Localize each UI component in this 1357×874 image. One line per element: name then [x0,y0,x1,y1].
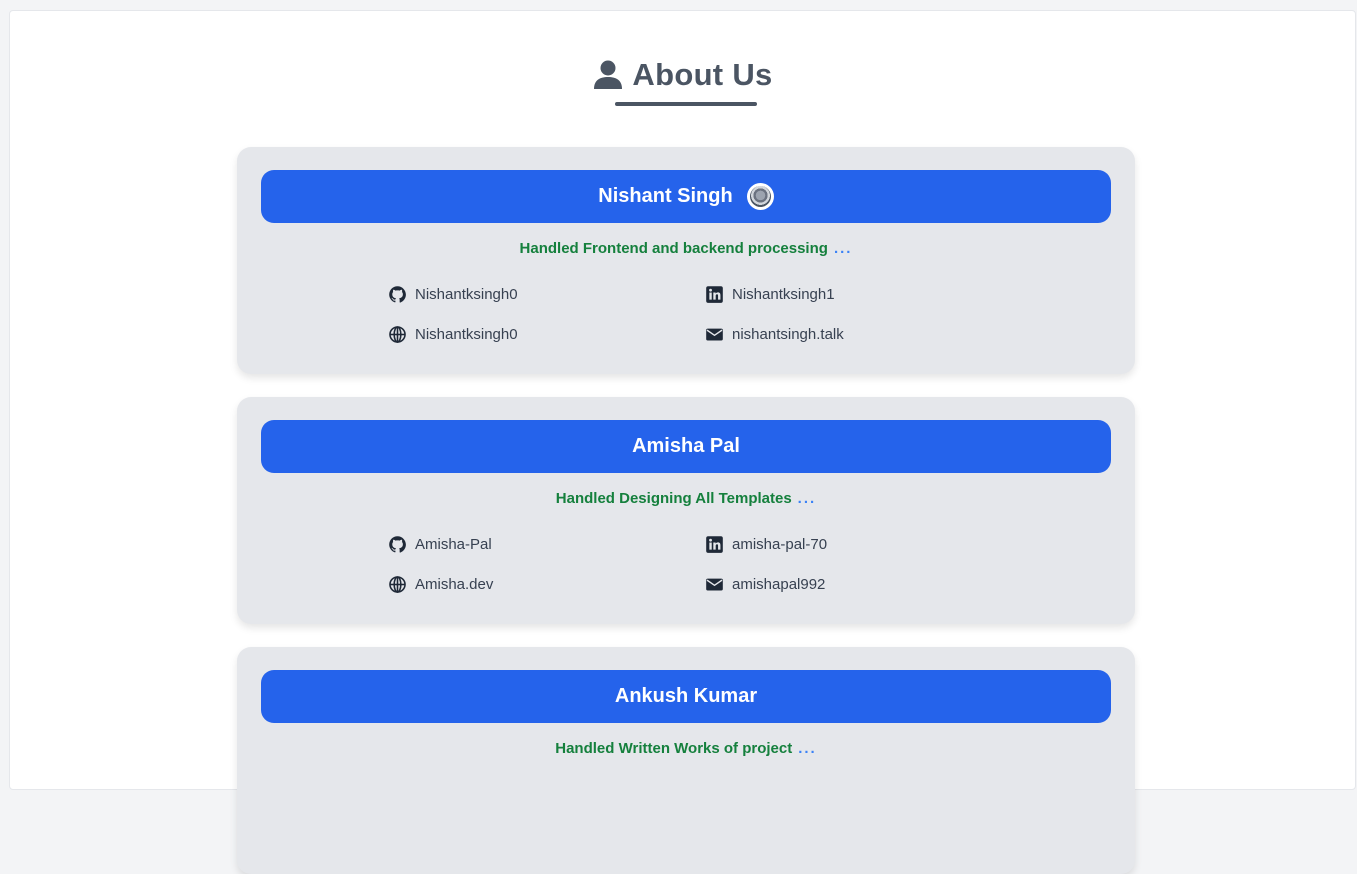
email-address: nishantsingh.talk [732,326,844,343]
website-handle: Nishantksingh0 [415,326,518,343]
github-link[interactable]: Nishantksingh0 [388,285,518,304]
member-name-banner: Amisha Pal [261,420,1111,473]
envelope-icon [706,328,723,341]
member-name: Amisha Pal [632,435,740,457]
email-link[interactable]: nishantsingh.talk [705,325,844,344]
member-name-banner: Ankush Kumar [261,670,1111,723]
linkedin-username: Nishantksingh1 [732,286,835,303]
member-card: Amisha Pal Handled Designing All Templat… [237,397,1135,624]
linkedin-link[interactable]: Nishantksingh1 [705,285,835,304]
member-role-text: Handled Designing All Templates [555,490,792,507]
github-link[interactable]: Amisha-Pal [388,535,492,554]
github-icon [389,286,406,303]
website-link[interactable]: Nishantksingh0 [388,325,518,344]
email-link[interactable]: amishapal992 [705,575,825,594]
member-role: Handled Frontend and backend processing.… [237,240,1135,257]
member-role-text: Handled Frontend and backend processing [519,240,828,257]
website-link[interactable]: Amisha.dev [388,575,493,594]
member-role: Handled Designing All Templates... [237,490,1135,507]
avatar [746,183,774,210]
member-card: Ankush Kumar Handled Written Works of pr… [237,647,1135,874]
github-username: Amisha-Pal [415,536,492,553]
linkedin-link[interactable]: amisha-pal-70 [705,535,827,554]
member-name: Ankush Kumar [614,685,758,707]
member-role-text: Handled Written Works of project [555,740,793,757]
member-card: Nishant Singh Handled Frontend and backe… [237,147,1135,374]
more-dots[interactable]: ... [798,490,817,507]
github-username: Nishantksingh0 [415,286,518,303]
more-dots[interactable]: ... [834,240,853,257]
email-address: amishapal992 [732,576,826,593]
website-handle: Amisha.dev [415,576,494,593]
page-title-text: About Us [632,57,773,92]
more-dots[interactable]: ... [798,740,817,757]
page-title: About Us [592,57,772,93]
member-name: Nishant Singh [598,185,733,207]
user-icon [594,60,623,89]
envelope-icon [706,578,723,591]
linkedin-username: amisha-pal-70 [732,536,828,553]
about-page: About Us Nishant Singh Handled Frontend … [9,10,1356,874]
globe-icon [389,326,406,343]
globe-icon [389,576,406,593]
member-role: Handled Written Works of project... [237,740,1135,757]
linkedin-icon [706,286,723,303]
title-underline [615,102,757,106]
github-icon [389,536,406,553]
page-header: About Us [10,57,1355,96]
member-name-banner: Nishant Singh [261,170,1111,223]
linkedin-icon [706,536,723,553]
